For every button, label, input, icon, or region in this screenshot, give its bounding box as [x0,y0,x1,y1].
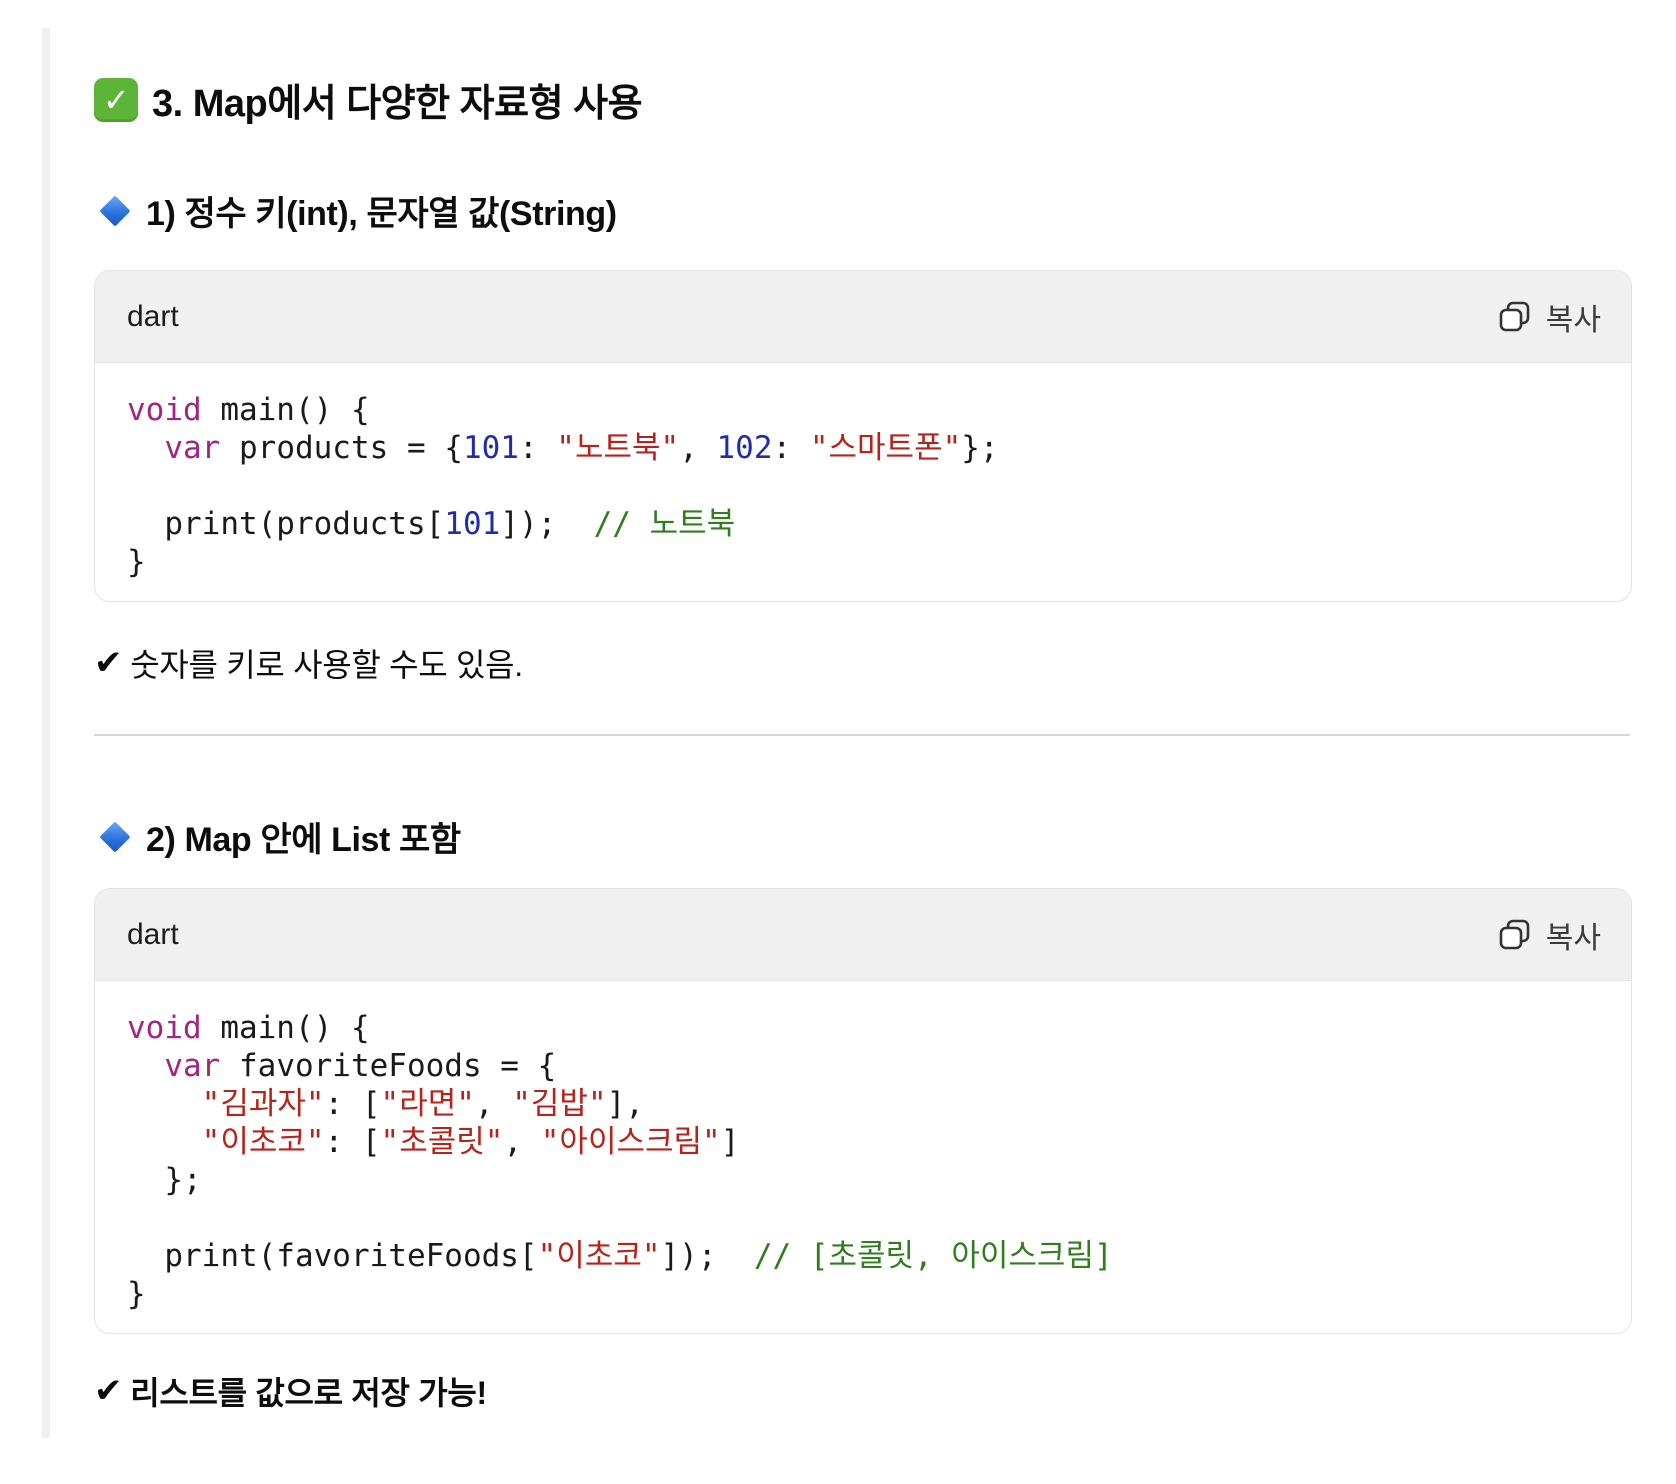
code-block-2: dart 복사 void main() { var favoriteFoods … [94,888,1632,1334]
copy-icon [1499,919,1530,949]
code-body-2[interactable]: void main() { var favoriteFoods = { "김과자… [95,981,1631,1333]
check-mark-button-icon: ✓ [94,77,138,122]
code-body-1[interactable]: void main() { var products = {101: "노트북"… [95,363,1631,601]
sub-heading-2: 2) Map 안에 List 포함 [98,812,461,861]
section-title-text: 3. Map에서 다양한 자료형 사용 [152,83,643,125]
code-line: "김과자": ["라면", "김밥"], [201,1086,644,1122]
sub-heading-1: 1) 정수 키(int), 문자열 값(String) [98,186,617,235]
copy-button-1[interactable]: 복사 [1498,295,1601,339]
code-block-1-header: dart 복사 [95,271,1631,363]
sub-heading-1-text: 1) 정수 키(int), 문자열 값(String) [146,195,617,233]
note-2: ✔ 리스트를 값으로 저장 가능! [94,1368,487,1414]
code-block-1: dart 복사 void main() { var products = {10… [94,270,1632,602]
blue-diamond-icon [99,194,131,227]
check-mark-icon: ✔ [94,1372,123,1410]
code-line: print(products[101]); // 노트북 [127,506,736,542]
code-line: var products = {101: "노트북", 102: "스마트폰"}… [164,430,999,466]
check-mark-icon: ✔ [94,644,123,682]
copy-label: 복사 [1545,921,1601,955]
code-block-2-header: dart 복사 [95,889,1631,981]
code-language-label: dart [127,299,179,333]
code-line: }; [127,1162,202,1198]
code-line: void main() { [127,1010,370,1046]
code-line: } [127,544,146,580]
code-line: "이초코": ["초콜릿", "아이스크림"] [201,1124,740,1160]
copy-label: 복사 [1545,303,1601,337]
divider [94,734,1630,736]
code-line: print(favoriteFoods["이초코"]); // [초콜릿, 아이… [127,1238,1113,1274]
copy-icon [1499,301,1530,331]
note-1: ✔ 숫자를 키로 사용할 수도 있음. [94,640,523,686]
note-1-text: 숫자를 키로 사용할 수도 있음. [130,647,523,683]
code-line: } [127,1276,146,1312]
code-line: void main() { [127,392,370,428]
code-line: var favoriteFoods = { [164,1048,557,1084]
code-language-label: dart [127,917,179,951]
section-title: ✓ 3. Map에서 다양한 자료형 사용 [94,72,643,127]
blue-diamond-icon [99,820,131,853]
copy-button-2[interactable]: 복사 [1498,913,1601,957]
note-2-text: 리스트를 값으로 저장 가능! [130,1375,487,1411]
blockquote-rule [42,28,50,1438]
sub-heading-2-text: 2) Map 안에 List 포함 [146,821,461,859]
